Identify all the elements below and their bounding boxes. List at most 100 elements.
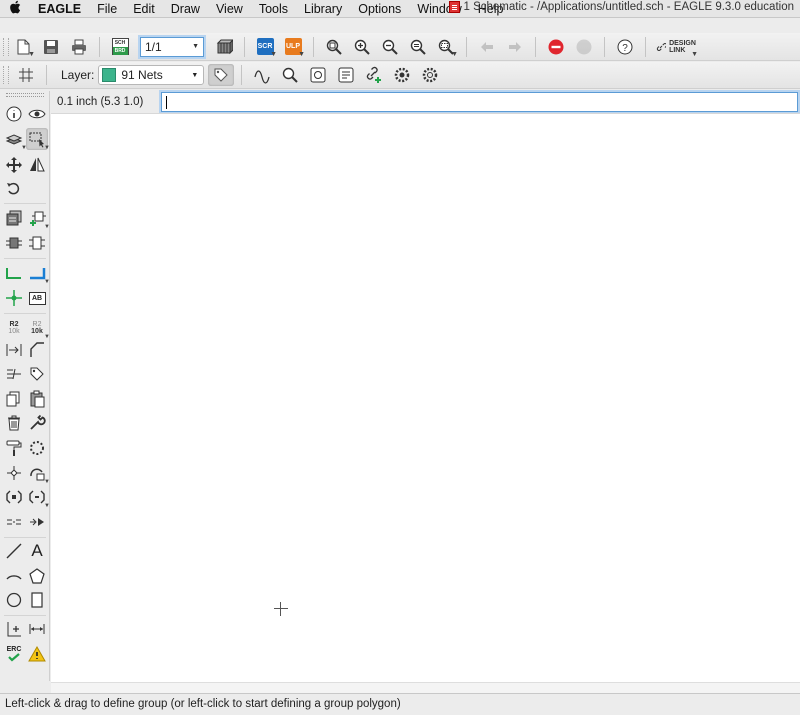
mark-button[interactable] xyxy=(3,618,25,640)
net-class-manager-button[interactable] xyxy=(333,64,359,86)
slice-button[interactable] xyxy=(3,511,25,533)
arrow-connect-button[interactable] xyxy=(26,511,48,533)
dimension-button[interactable] xyxy=(26,618,48,640)
crosshair-cursor-icon xyxy=(274,602,288,616)
copy-button[interactable] xyxy=(3,388,25,410)
zoom-in-button[interactable] xyxy=(349,36,375,58)
palette-grip[interactable] xyxy=(6,93,44,97)
menu-options[interactable]: Options xyxy=(350,2,409,16)
net-settings-button[interactable] xyxy=(389,64,415,86)
circle-button[interactable] xyxy=(3,589,25,611)
group-button[interactable]: ▼ xyxy=(26,128,50,151)
design-link-button[interactable]: DESIGN LINK ▼ xyxy=(653,36,699,58)
errors-button[interactable] xyxy=(26,643,48,665)
pinswap-button[interactable] xyxy=(3,339,25,361)
info-button[interactable] xyxy=(3,103,25,125)
paint-roller-button[interactable] xyxy=(3,437,25,459)
junction-button[interactable] xyxy=(3,287,25,309)
add-net-link-button[interactable] xyxy=(361,64,387,86)
paste-button[interactable] xyxy=(26,388,48,410)
split-button[interactable] xyxy=(3,363,25,385)
apple-menu-icon[interactable] xyxy=(0,0,30,17)
replace-part-button[interactable] xyxy=(3,232,25,254)
mirror-button[interactable] xyxy=(26,154,48,176)
change-button[interactable] xyxy=(26,412,48,434)
optimize-button[interactable] xyxy=(3,486,25,508)
command-palette: ▼ ▼ ▼ ▼ AB R2 10k R2 10k ▼ ▼ ▼ A ERC xyxy=(0,91,50,681)
copy-part-button[interactable] xyxy=(3,207,25,229)
toolbar-grip[interactable] xyxy=(3,66,9,84)
sch-brd-switch-button[interactable]: SCH BRD xyxy=(107,36,133,58)
show-button[interactable] xyxy=(26,103,48,125)
toolbar-divider xyxy=(313,36,314,57)
menu-draw[interactable]: Draw xyxy=(163,2,208,16)
chevron-down-icon: ▼ xyxy=(44,145,50,151)
chevron-down-icon: ▼ xyxy=(691,50,698,58)
polygon-button[interactable] xyxy=(26,565,48,587)
design-link-line1: DESIGN xyxy=(669,39,696,47)
erc-button[interactable]: ERC xyxy=(3,643,25,665)
zoom-select-button[interactable]: ▼ xyxy=(433,36,459,58)
command-line-input[interactable] xyxy=(161,92,798,112)
save-button[interactable] xyxy=(38,36,64,58)
toolbar-divider xyxy=(99,36,100,57)
invoke-button[interactable] xyxy=(3,462,25,484)
gate-swap-button[interactable] xyxy=(26,232,48,254)
search-net-button[interactable] xyxy=(277,64,303,86)
schematic-canvas[interactable] xyxy=(51,113,800,682)
line-button[interactable] xyxy=(3,540,25,562)
rectangle-button[interactable] xyxy=(26,589,48,611)
menu-tools[interactable]: Tools xyxy=(251,2,296,16)
run-script-button[interactable]: SCR ▼ xyxy=(252,36,278,58)
toolbar-divider xyxy=(535,36,536,57)
redo-button[interactable] xyxy=(502,36,528,58)
run-ulp-button[interactable]: ULP ▼ xyxy=(280,36,306,58)
menu-edit[interactable]: Edit xyxy=(125,2,163,16)
layer-select[interactable]: 91 Nets ▼ xyxy=(98,65,205,85)
menu-library[interactable]: Library xyxy=(296,2,350,16)
attribute-button[interactable] xyxy=(26,363,48,385)
smash-button[interactable]: ▼ xyxy=(26,462,50,485)
go-button[interactable] xyxy=(571,36,597,58)
menu-view[interactable]: View xyxy=(208,2,251,16)
new-file-button[interactable]: ▼ xyxy=(10,36,36,58)
miter-button[interactable] xyxy=(26,339,48,361)
rotate-button[interactable] xyxy=(3,178,25,200)
horizontal-scrollbar[interactable] xyxy=(51,682,800,693)
undo-button[interactable] xyxy=(474,36,500,58)
toolbar-grip[interactable] xyxy=(3,37,9,56)
net-class-button[interactable] xyxy=(305,64,331,86)
ripup-button[interactable] xyxy=(26,437,48,459)
print-button[interactable] xyxy=(66,36,92,58)
chevron-down-icon: ▼ xyxy=(298,50,305,58)
toolbar-divider xyxy=(241,65,243,85)
zoom-fit-button[interactable] xyxy=(321,36,347,58)
toolbar-divider xyxy=(604,36,605,57)
bus-settings-button[interactable] xyxy=(417,64,443,86)
bus-button[interactable]: ▼ xyxy=(26,262,50,285)
net-class-tag-button[interactable] xyxy=(208,64,235,86)
sheet-select[interactable]: 1/1 ▼ xyxy=(140,36,204,57)
label-button[interactable]: AB xyxy=(26,287,48,309)
value-button[interactable]: R2 10k ▼ xyxy=(26,317,50,340)
route-button[interactable]: ▼ xyxy=(26,486,50,509)
stop-command-button[interactable] xyxy=(543,36,569,58)
layer-settings-button[interactable]: ▼ xyxy=(3,128,27,151)
name-icon: R2 10k xyxy=(8,321,19,335)
add-part-button[interactable]: ▼ xyxy=(26,207,50,230)
text-button[interactable]: A xyxy=(26,540,48,562)
name-button[interactable]: R2 10k xyxy=(3,317,25,339)
menu-file[interactable]: File xyxy=(89,2,125,16)
wire-bend-style-button[interactable] xyxy=(249,64,275,86)
zoom-out-button[interactable] xyxy=(377,36,403,58)
menu-app-name[interactable]: EAGLE xyxy=(30,2,89,16)
cam-processor-button[interactable] xyxy=(211,36,237,58)
delete-button[interactable] xyxy=(3,412,25,434)
net-button[interactable] xyxy=(3,262,25,284)
zoom-redraw-button[interactable] xyxy=(405,36,431,58)
grid-button[interactable] xyxy=(13,64,39,86)
help-button[interactable]: ? xyxy=(612,36,638,58)
move-button[interactable] xyxy=(3,154,25,176)
arc-button[interactable] xyxy=(3,565,25,587)
value-icon-value: 10k xyxy=(31,328,43,335)
